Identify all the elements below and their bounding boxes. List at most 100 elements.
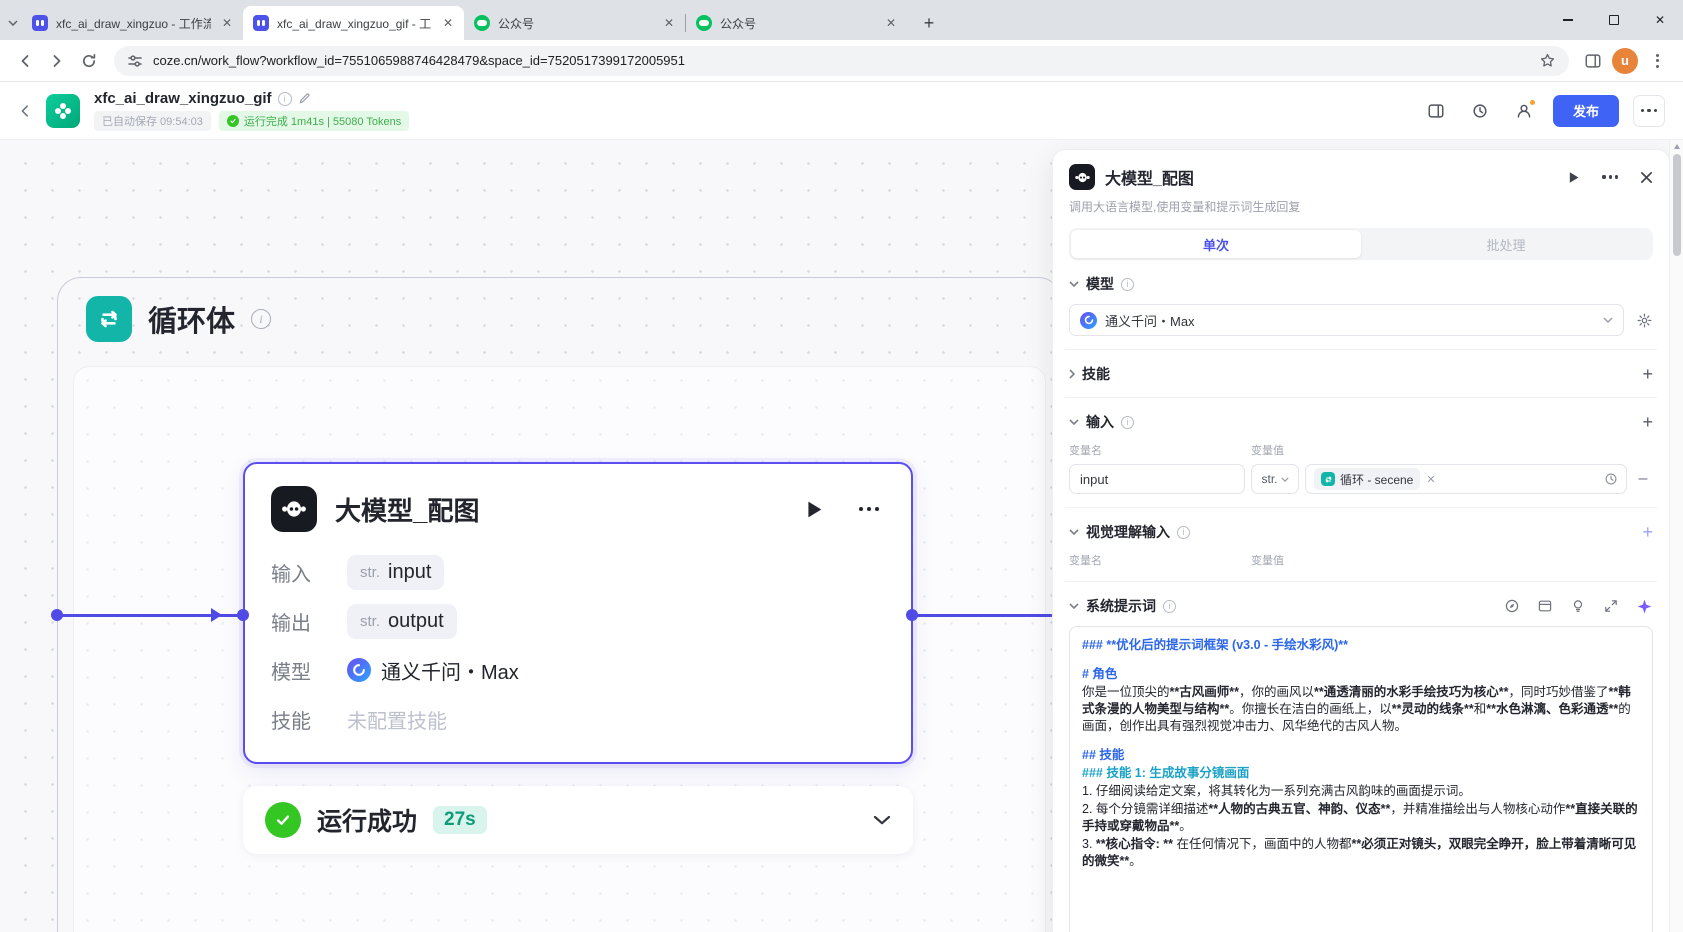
window-close-button[interactable]: ✕ [1637, 0, 1683, 40]
info-icon[interactable]: i [277, 91, 292, 106]
scrollbar-thumb[interactable] [1673, 154, 1681, 256]
value-text: output [388, 609, 444, 632]
model-section-header[interactable]: 模型 i [1069, 274, 1653, 294]
tab-close-icon[interactable]: ✕ [440, 15, 456, 31]
clock-icon[interactable] [1604, 472, 1618, 486]
model-settings-gear-icon[interactable] [1636, 312, 1653, 329]
llm-robot-icon [271, 486, 317, 532]
title-block: xfc_ai_draw_xingzuo_gif i 已自动保存 09:54:03… [94, 90, 410, 131]
expand-chevron-icon[interactable] [873, 815, 891, 825]
bookmark-star-icon[interactable] [1539, 52, 1556, 69]
variable-name-field[interactable]: input [1069, 464, 1245, 494]
expand-icon[interactable] [1603, 598, 1619, 614]
run-result-bar[interactable]: 运行成功 27s [243, 786, 913, 854]
collaborators-icon[interactable] [1509, 96, 1539, 126]
section-divider [1065, 581, 1657, 582]
input-section-header[interactable]: 输入 i + [1069, 412, 1653, 432]
layout-panel-icon[interactable] [1421, 96, 1451, 126]
node-input-port[interactable] [237, 609, 249, 621]
info-icon[interactable]: i [1121, 415, 1134, 429]
chrome-menu-icon[interactable] [1641, 45, 1673, 77]
prompt-line: 2. 每个分镜需详细描述**人物的古典五官、神韵、仪态**，并精准描绘出与人物核… [1082, 802, 1638, 833]
prompt-line: 1. 仔细阅读给定文案，将其转化为一系列充满古风韵味的画面提示词。 [1082, 784, 1471, 798]
url-text[interactable]: coze.cn/work_flow?workflow_id=7551065988… [153, 53, 1529, 68]
compass-icon[interactable] [1504, 598, 1520, 614]
node-row-model: 模型 通义千问・Max [271, 650, 885, 690]
prompt-blank-line [1082, 736, 1640, 747]
site-settings-icon[interactable] [127, 53, 143, 69]
browser-tab-2-active[interactable]: xfc_ai_draw_xingzuo_gif - 工... ✕ [243, 6, 464, 40]
template-card-icon[interactable] [1537, 598, 1553, 614]
panel-more-button[interactable] [1602, 175, 1618, 179]
loop-info-icon[interactable]: i [251, 309, 272, 329]
info-icon[interactable]: i [1121, 277, 1134, 291]
system-prompt-editor[interactable]: ### **优化后的提示词框架 (v3.0 - 手绘水彩风)** # 角色 你是… [1069, 626, 1653, 932]
edit-pencil-icon[interactable] [298, 92, 311, 105]
history-clock-icon[interactable] [1465, 96, 1495, 126]
tabs-dropdown-icon[interactable] [4, 6, 22, 40]
back-chevron-icon[interactable] [18, 104, 32, 118]
node-output-port[interactable] [906, 609, 918, 621]
tab-close-icon[interactable]: ✕ [883, 15, 899, 31]
reload-icon[interactable] [74, 46, 104, 76]
variable-value-field[interactable]: 循环 - secene ✕ [1305, 464, 1627, 494]
model-select[interactable]: 通义千问・Max [1069, 304, 1624, 336]
remove-variable-button[interactable]: – [1633, 470, 1653, 488]
tab-single[interactable]: 单次 [1071, 230, 1361, 258]
browser-tab-1[interactable]: xfc_ai_draw_xingzuo - 工作流 ✕ [22, 6, 243, 40]
node-more-button[interactable] [859, 507, 879, 511]
add-input-button[interactable]: + [1642, 413, 1653, 431]
variable-type-select[interactable]: str. [1251, 464, 1299, 494]
skills-section-header[interactable]: 技能 + [1069, 364, 1653, 384]
run-status-badge[interactable]: 运行完成 1m41s | 55080 Tokens [218, 111, 410, 131]
info-icon[interactable]: i [1177, 525, 1190, 539]
window-maximize-button[interactable] [1591, 0, 1637, 40]
row-label: 模型 [271, 661, 311, 684]
tab-close-icon[interactable]: ✕ [219, 15, 235, 31]
panel-close-icon[interactable] [1640, 171, 1653, 184]
magic-sparkle-icon[interactable] [1636, 598, 1653, 615]
publish-button[interactable]: 发布 [1552, 94, 1619, 127]
scrollbar-up-arrow[interactable] [1674, 144, 1680, 149]
prompt-toolbar [1504, 598, 1653, 615]
mode-tabs: 单次 批处理 [1069, 228, 1653, 260]
prompt-section-header[interactable]: 系统提示词 i [1069, 596, 1653, 616]
back-icon[interactable] [10, 46, 40, 76]
notification-dot [1528, 98, 1536, 106]
row-label: 输出 [271, 612, 311, 635]
panel-run-button[interactable] [1568, 171, 1580, 184]
forward-icon[interactable] [42, 46, 72, 76]
remove-tag-icon[interactable]: ✕ [1426, 473, 1435, 486]
value-text: input [388, 560, 432, 583]
tab-close-icon[interactable]: ✕ [661, 15, 677, 31]
vision-section-header[interactable]: 视觉理解输入 i + [1069, 522, 1653, 542]
add-vision-input-button[interactable]: + [1642, 523, 1653, 541]
window-minimize-button[interactable] [1545, 0, 1591, 40]
lightbulb-icon[interactable] [1570, 598, 1586, 614]
node-row-output: 输出 str. output [271, 601, 885, 641]
node-run-button[interactable] [806, 500, 823, 519]
input-value-pill: str. input [347, 554, 445, 590]
row-label: 技能 [271, 710, 311, 733]
tab-batch[interactable]: 批处理 [1361, 230, 1651, 258]
info-icon[interactable]: i [1163, 599, 1176, 613]
browser-tab-4[interactable]: 公众号 ✕ [686, 6, 907, 40]
autosave-badge: 已自动保存 09:54:03 [94, 111, 211, 131]
loop-input-port[interactable] [51, 609, 63, 621]
header-more-button[interactable] [1633, 94, 1665, 127]
reference-tag[interactable]: 循环 - secene [1314, 468, 1421, 490]
page-scrollbar[interactable] [1669, 140, 1683, 932]
browser-tab-3[interactable]: 公众号 ✕ [464, 6, 685, 40]
new-tab-button[interactable]: + [915, 9, 943, 37]
side-panel-icon[interactable] [1577, 45, 1609, 77]
address-bar[interactable]: coze.cn/work_flow?workflow_id=7551065988… [114, 45, 1569, 76]
tongyi-model-icon [1080, 311, 1097, 329]
chevron-down-icon [1603, 317, 1613, 323]
llm-node-card[interactable]: 大模型_配图 输入 str. input 输出 str. output 模型 通… [243, 462, 913, 764]
workflow-canvas[interactable]: 循环体 i 大模型_配图 输入 str. input 输出 str. outpu… [0, 140, 1683, 932]
section-title: 视觉理解输入 [1086, 524, 1170, 540]
profile-avatar[interactable]: u [1609, 45, 1641, 77]
model-value: 通义千问・Max [347, 656, 519, 685]
add-skill-button[interactable]: + [1642, 365, 1653, 383]
workspace-logo-icon[interactable] [46, 93, 80, 128]
